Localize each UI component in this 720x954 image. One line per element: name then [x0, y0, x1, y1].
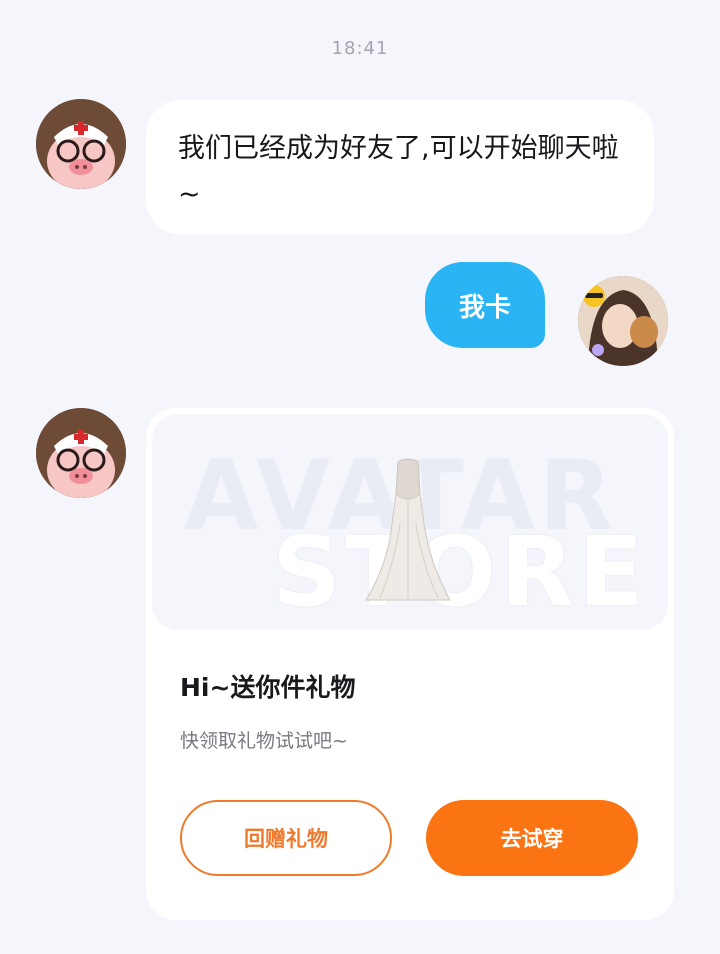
gift-subtitle: 快领取礼物试试吧~	[180, 730, 348, 752]
girl-avatar-image	[578, 276, 668, 366]
friend-avatar[interactable]	[36, 408, 126, 498]
friend-avatar[interactable]	[36, 99, 126, 189]
outgoing-message-bubble[interactable]: 我卡	[425, 262, 545, 348]
message-timestamp: 18:41	[331, 38, 389, 59]
return-gift-button[interactable]: 回赠礼物	[180, 800, 392, 876]
dress-gift-image	[365, 458, 451, 601]
gift-banner: AVATAR STORE	[152, 414, 668, 630]
gift-title: Hi~送你件礼物	[180, 673, 356, 702]
gift-message-card[interactable]: AVATAR STORE Hi~送你件礼物 快领取礼物试试吧~ 回赠礼物 去试穿	[146, 408, 674, 920]
my-avatar[interactable]	[578, 276, 668, 366]
pig-avatar-image	[36, 99, 126, 189]
incoming-message-bubble[interactable]: 我们已经成为好友了,可以开始聊天啦~	[146, 100, 654, 234]
chat-screen: 18:41 我们已经成为好友了,可以开始聊天啦~ 我卡 STORE Hi~送你件…	[0, 0, 720, 954]
banner-watermark-store: STORE	[272, 516, 648, 628]
pig-avatar-image	[36, 408, 126, 498]
try-on-button[interactable]: 去试穿	[426, 800, 638, 876]
